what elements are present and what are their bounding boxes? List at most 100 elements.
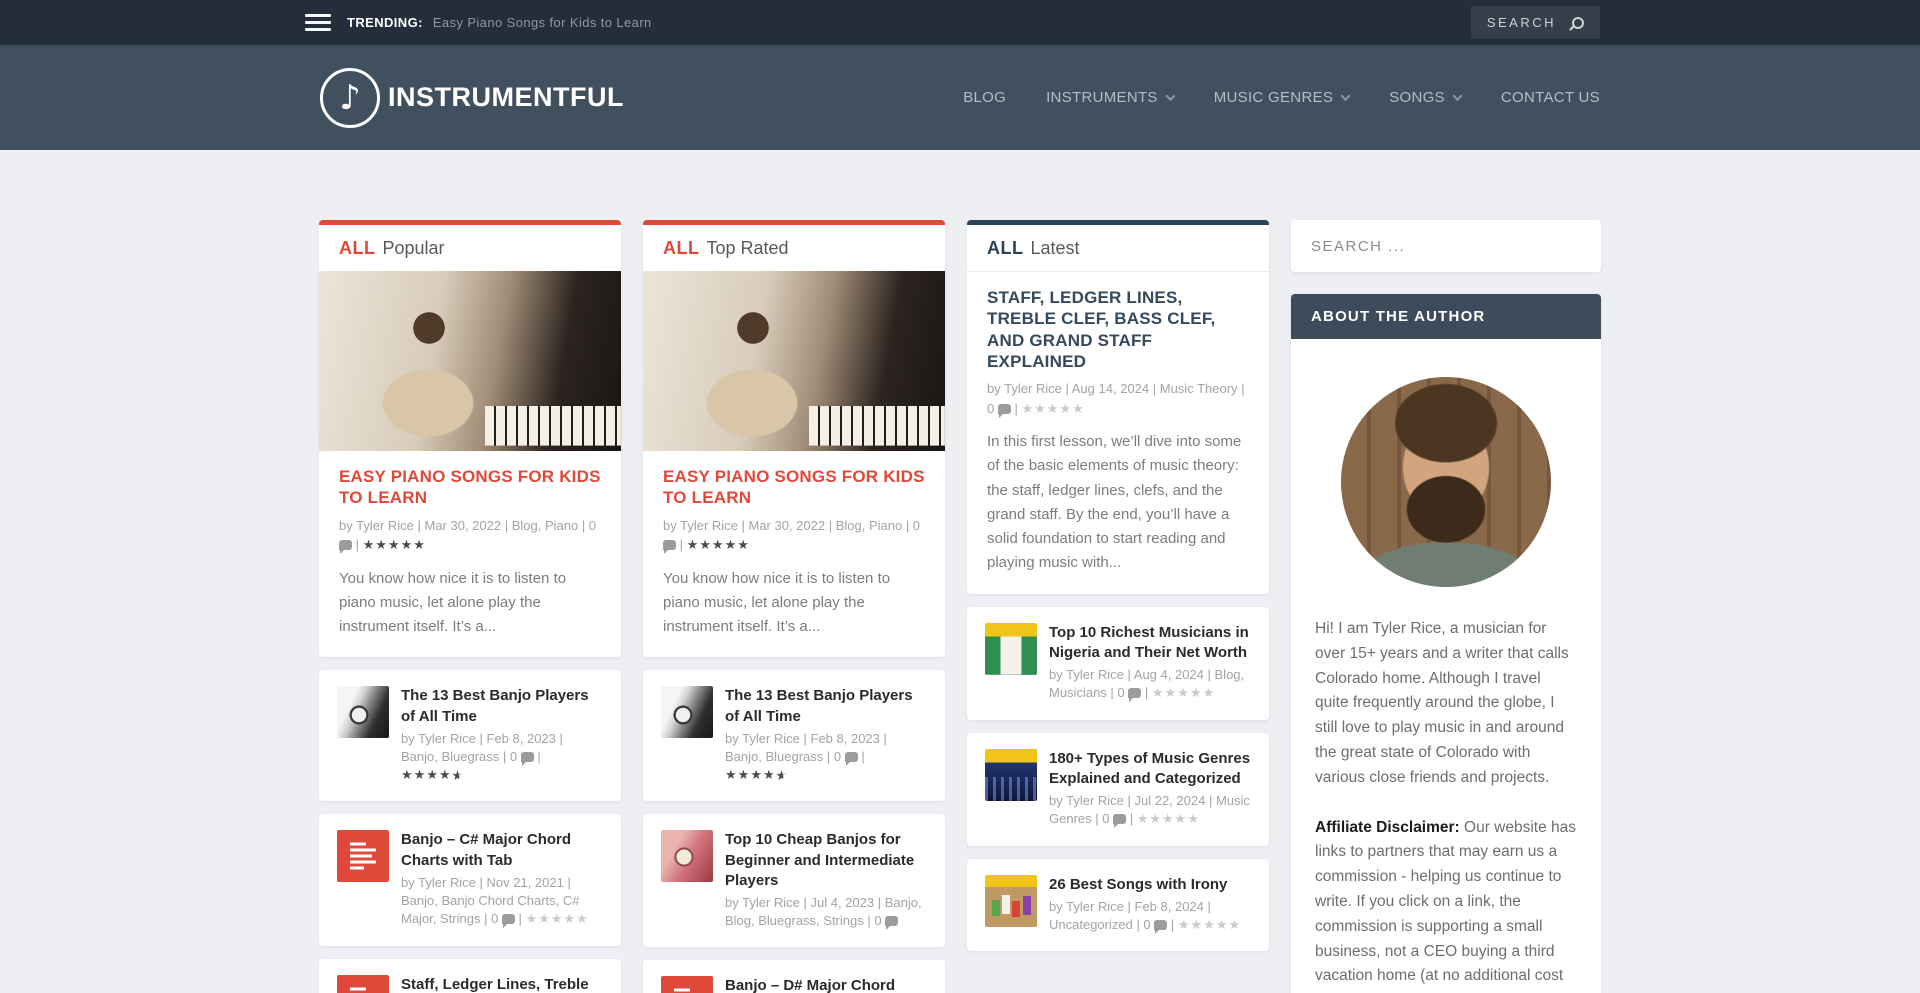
post-list-item[interactable]: Banjo – C# Major Chord Charts with Tabby…	[319, 814, 621, 945]
post-thumbnail-irony[interactable]	[985, 875, 1037, 927]
tab-header-top-rated[interactable]: ALL Top Rated	[643, 225, 945, 271]
post-thumbnail-doc[interactable]	[337, 830, 389, 882]
star-rating: ★★★★★	[725, 768, 788, 783]
post-thumbnail-nigeria[interactable]	[985, 623, 1037, 675]
featured-image-piano-kid[interactable]	[319, 271, 621, 451]
post-title[interactable]: The 13 Best Banjo Players of All Time	[725, 686, 927, 727]
top-bar: TRENDING: Easy Piano Songs for Kids to L…	[0, 0, 1920, 45]
nav-item-music-genres[interactable]: MUSIC GENRES	[1214, 89, 1349, 106]
post-thumbnail-banjo-players[interactable]	[337, 686, 389, 738]
nav-item-label: INSTRUMENTS	[1046, 89, 1158, 106]
featured-image-piano-kid[interactable]	[643, 271, 945, 451]
post-meta: by Tyler Rice | Jul 4, 2023 | Banjo, Blo…	[725, 894, 927, 930]
nav-item-contact-us[interactable]: CONTACT US	[1501, 89, 1600, 106]
nav-item-blog[interactable]: BLOG	[963, 89, 1006, 106]
site-title: INSTRUMENTFUL	[388, 82, 624, 113]
column-popular: ALLPopular EASY PIANO SONGS FOR KIDS TO L…	[319, 220, 621, 993]
featured-post-title[interactable]: STAFF, LEDGER LINES, TREBLE CLEF, BASS C…	[987, 287, 1249, 372]
post-list-item[interactable]: Staff, Ledger Lines, Treble Clef, Bass C…	[319, 959, 621, 993]
main-nav: BLOG INSTRUMENTS MUSIC GENRES SONGS CONTACT …	[963, 89, 1600, 106]
post-list-item[interactable]: The 13 Best Banjo Players of All Timeby …	[643, 670, 945, 801]
comment-icon	[885, 916, 898, 926]
featured-body: EASY PIANO SONGS FOR KIDS TO LEARN by Tyl…	[643, 451, 945, 657]
post-list-item[interactable]: 180+ Types of Music Genres Explained and…	[967, 733, 1269, 846]
post-excerpt: You know how nice it is to listen to pia…	[339, 567, 601, 640]
site-logo[interactable]: ♪ INSTRUMENTFUL	[320, 68, 624, 128]
comment-icon	[1113, 814, 1126, 824]
post-list-item[interactable]: Top 10 Cheap Banjos for Beginner and Int…	[643, 814, 945, 946]
tab-all-label: ALL	[339, 238, 376, 258]
featured-card: ALLPopular EASY PIANO SONGS FOR KIDS TO L…	[319, 220, 621, 657]
post-title[interactable]: 180+ Types of Music Genres Explained and…	[1049, 749, 1251, 790]
star-rating: ★★★★★	[401, 768, 464, 783]
post-list-item[interactable]: Top 10 Richest Musicians in Nigeria and …	[967, 607, 1269, 720]
star-rating: ★★★★★	[1021, 402, 1084, 417]
nav-item-instruments[interactable]: INSTRUMENTS	[1046, 89, 1174, 106]
sidebar-search-input[interactable]	[1291, 238, 1601, 255]
nav-item-label: MUSIC GENRES	[1214, 89, 1333, 106]
star-rating: ★★★★★	[526, 912, 589, 927]
sidebar: ABOUT THE AUTHOR Hi! I am Tyler Rice, a …	[1291, 220, 1601, 993]
nav-item-songs[interactable]: SONGS	[1389, 89, 1461, 106]
post-columns: ALLPopular EASY PIANO SONGS FOR KIDS TO L…	[319, 220, 1269, 993]
treble-clef-logo-icon: ♪	[320, 68, 380, 128]
post-thumbnail-doc[interactable]	[337, 975, 389, 993]
tab-sub-label: Top Rated	[707, 238, 789, 258]
post-title[interactable]: 26 Best Songs with Irony	[1049, 875, 1251, 895]
nav-item-label: CONTACT US	[1501, 89, 1600, 106]
post-list-item[interactable]: Banjo – D# Major Chord Charts with Tabby…	[643, 960, 945, 993]
tab-header-latest[interactable]: ALLLatest	[967, 225, 1269, 272]
comment-icon	[1154, 920, 1167, 930]
featured-body: EASY PIANO SONGS FOR KIDS TO LEARN by Tyl…	[319, 451, 621, 657]
nav-item-label: BLOG	[963, 89, 1006, 106]
post-thumbnail-banjo-players[interactable]	[661, 686, 713, 738]
chevron-down-icon	[1165, 91, 1175, 101]
post-list-item-body: The 13 Best Banjo Players of All Timeby …	[725, 686, 927, 785]
post-title[interactable]: The 13 Best Banjo Players of All Time	[401, 686, 603, 727]
post-list-item-body: Banjo – C# Major Chord Charts with Tabby…	[401, 830, 603, 929]
about-author-body: Hi! I am Tyler Rice, a musician for over…	[1291, 339, 1601, 993]
star-rating: ★★★★★	[363, 538, 426, 553]
tab-sub-label: Latest	[1031, 238, 1080, 258]
star-rating: ★★★★★	[1152, 686, 1215, 701]
author-avatar	[1341, 377, 1551, 587]
post-thumbnail-doc[interactable]	[661, 976, 713, 993]
nav-item-label: SONGS	[1389, 89, 1445, 106]
post-list-item-body: Banjo – D# Major Chord Charts with Tabby…	[725, 976, 927, 993]
affiliate-disclaimer-text: Our website has links to partners that m…	[1315, 819, 1576, 993]
comment-icon	[1128, 688, 1141, 698]
featured-post-title[interactable]: EASY PIANO SONGS FOR KIDS TO LEARN	[663, 466, 925, 509]
post-meta: by Tyler Rice | Feb 8, 2024 | Uncategori…	[1049, 898, 1251, 935]
tab-all-label: ALL	[663, 238, 700, 258]
trending-post-link[interactable]: Easy Piano Songs for Kids to Learn	[433, 15, 652, 30]
post-excerpt: You know how nice it is to listen to pia…	[663, 567, 925, 640]
post-meta: by Tyler Rice | Aug 14, 2024 | Music The…	[987, 379, 1249, 419]
post-title[interactable]: Top 10 Richest Musicians in Nigeria and …	[1049, 623, 1251, 664]
post-thumbnail-genres[interactable]	[985, 749, 1037, 801]
topbar-search-button[interactable]: SEARCH	[1471, 6, 1600, 39]
featured-post-title[interactable]: EASY PIANO SONGS FOR KIDS TO LEARN	[339, 466, 601, 509]
post-list-item-body: Staff, Ledger Lines, Treble Clef, Bass C…	[401, 975, 603, 993]
post-thumbnail-cheap-banjos[interactable]	[661, 830, 713, 882]
post-list-item[interactable]: 26 Best Songs with Irony by Tyler Rice | …	[967, 859, 1269, 952]
comment-icon	[521, 752, 534, 762]
affiliate-disclaimer-label: Affiliate Disclaimer:	[1315, 819, 1460, 836]
hamburger-menu-icon[interactable]	[305, 14, 331, 31]
post-title[interactable]: Banjo – C# Major Chord Charts with Tab	[401, 830, 603, 871]
post-excerpt: In this first lesson, we’ll dive into so…	[987, 430, 1249, 576]
post-meta: by Tyler Rice | Jul 22, 2024 | Music Gen…	[1049, 792, 1251, 829]
tab-header-popular[interactable]: ALLPopular	[319, 225, 621, 271]
post-title[interactable]: Staff, Ledger Lines, Treble Clef, Bass C…	[401, 975, 603, 993]
comment-icon	[502, 914, 515, 924]
post-meta: by Tyler Rice | Mar 30, 2022 | Blog, Pia…	[663, 516, 925, 556]
post-list-item[interactable]: The 13 Best Banjo Players of All Timeby …	[319, 670, 621, 801]
affiliate-disclaimer: Affiliate Disclaimer: Our website has li…	[1315, 816, 1577, 993]
topbar-search-label: SEARCH	[1487, 15, 1556, 30]
post-meta: by Tyler Rice | Aug 4, 2024 | Blog, Musi…	[1049, 666, 1251, 703]
comment-icon	[339, 540, 352, 550]
post-meta: by Tyler Rice | Mar 30, 2022 | Blog, Pia…	[339, 516, 601, 556]
star-rating: ★★★★★	[1137, 812, 1200, 827]
post-title[interactable]: Banjo – D# Major Chord Charts with Tab	[725, 976, 927, 993]
featured-card: ALLLatest STAFF, LEDGER LINES, TREBLE CLE…	[967, 220, 1269, 594]
post-title[interactable]: Top 10 Cheap Banjos for Beginner and Int…	[725, 830, 927, 891]
